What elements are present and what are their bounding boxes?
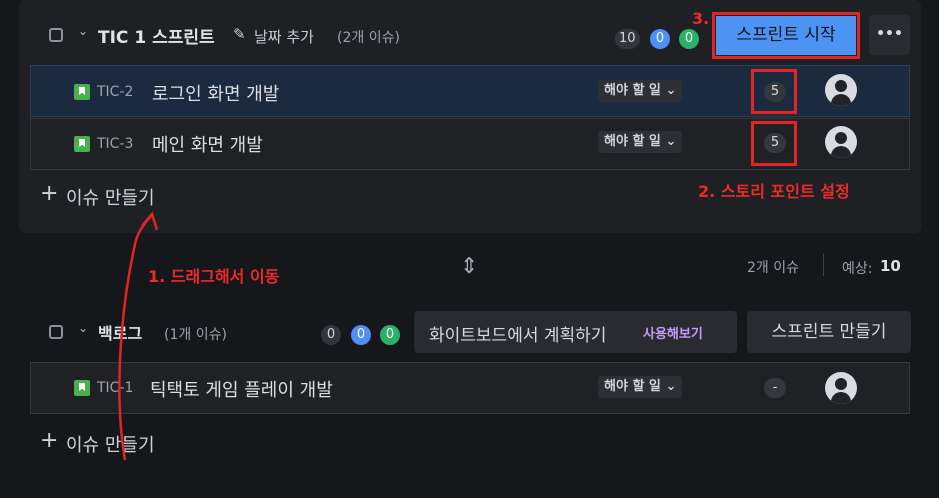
drag-arrow-icon bbox=[118, 211, 159, 461]
